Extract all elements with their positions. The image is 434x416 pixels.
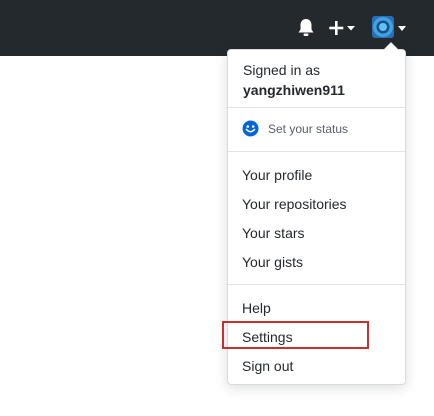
set-status-button[interactable]: Set your status bbox=[240, 119, 390, 141]
divider bbox=[228, 284, 405, 285]
smiley-icon bbox=[242, 120, 259, 137]
header-bar bbox=[0, 0, 434, 56]
user-dropdown-menu: Signed in as yangzhiwen911 Set your stat… bbox=[227, 42, 406, 385]
menu-item-label: Settings bbox=[242, 329, 293, 345]
menu-item-your-profile[interactable]: Your profile bbox=[228, 163, 405, 187]
menu-item-label: Your repositories bbox=[242, 196, 347, 212]
username[interactable]: yangzhiwen911 bbox=[243, 81, 345, 99]
divider bbox=[228, 151, 405, 152]
user-menu-button[interactable] bbox=[372, 16, 408, 40]
menu-item-label: Your gists bbox=[242, 254, 303, 270]
menu-item-your-gists[interactable]: Your gists bbox=[228, 250, 405, 274]
notifications-bell-icon[interactable] bbox=[297, 18, 315, 38]
create-new-button[interactable] bbox=[329, 19, 359, 37]
avatar bbox=[372, 16, 394, 38]
divider bbox=[228, 107, 405, 108]
menu-item-label: Sign out bbox=[242, 358, 294, 374]
signed-in-label: Signed in as bbox=[243, 62, 321, 78]
set-status-label: Set your status bbox=[268, 122, 349, 136]
menu-item-your-repositories[interactable]: Your repositories bbox=[228, 192, 405, 216]
menu-item-help[interactable]: Help bbox=[228, 296, 405, 320]
menu-item-your-stars[interactable]: Your stars bbox=[228, 221, 405, 245]
menu-item-label: Your stars bbox=[242, 225, 305, 241]
menu-item-label: Your profile bbox=[242, 167, 313, 183]
menu-item-sign-out[interactable]: Sign out bbox=[228, 354, 405, 378]
plus-icon bbox=[329, 21, 355, 35]
chevron-down-icon bbox=[398, 26, 406, 31]
menu-item-label: Help bbox=[242, 300, 271, 316]
menu-item-settings[interactable]: Settings bbox=[228, 325, 405, 349]
